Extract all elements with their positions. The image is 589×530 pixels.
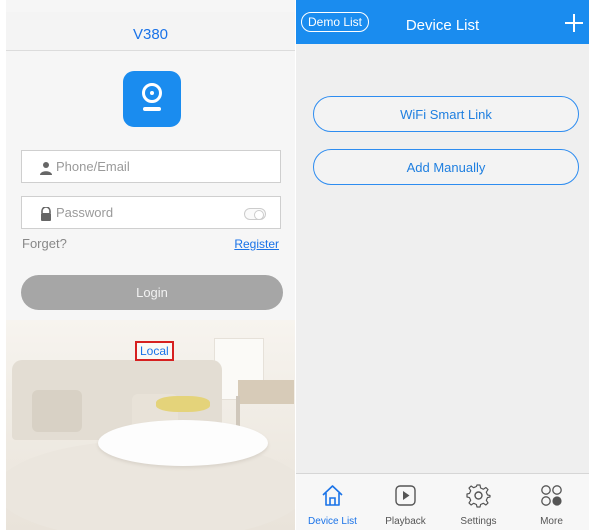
login-button[interactable]: Login bbox=[21, 275, 283, 310]
camera-icon bbox=[142, 83, 162, 103]
password-placeholder: Password bbox=[56, 205, 114, 220]
gear-icon bbox=[466, 484, 491, 508]
play-icon bbox=[395, 485, 416, 506]
tab-device-list-label: Device List bbox=[308, 516, 357, 527]
tab-settings-label: Settings bbox=[460, 516, 497, 527]
tab-device-list[interactable]: Device List bbox=[296, 474, 369, 530]
forget-password-link[interactable]: Forget? bbox=[22, 236, 67, 251]
user-icon bbox=[39, 161, 53, 175]
login-screen: V380 Phone/Email Password Forget? Regist… bbox=[6, 0, 295, 530]
password-field[interactable]: Password bbox=[21, 196, 281, 229]
tab-more[interactable]: More bbox=[515, 474, 588, 530]
phone-email-field[interactable]: Phone/Email bbox=[21, 150, 281, 183]
add-device-icon[interactable] bbox=[565, 14, 583, 32]
local-login-link[interactable]: Local bbox=[135, 341, 174, 361]
phone-email-placeholder: Phone/Email bbox=[56, 159, 130, 174]
lock-icon bbox=[39, 206, 53, 221]
wifi-smart-link-button[interactable]: WiFi Smart Link bbox=[313, 96, 579, 132]
tab-more-label: More bbox=[540, 516, 563, 527]
page-title: Device List bbox=[405, 17, 480, 34]
tab-playback[interactable]: Playback bbox=[369, 474, 442, 530]
grid-icon bbox=[541, 485, 562, 506]
show-password-toggle[interactable] bbox=[244, 208, 266, 220]
register-link[interactable]: Register bbox=[234, 237, 279, 251]
app-logo bbox=[123, 71, 181, 127]
add-manually-button[interactable]: Add Manually bbox=[313, 149, 579, 185]
navigation-bar: Demo List Device List bbox=[296, 0, 589, 44]
tab-settings[interactable]: Settings bbox=[442, 474, 515, 530]
device-list-screen: Demo List Device List WiFi Smart Link Ad… bbox=[296, 0, 589, 530]
app-title: V380 bbox=[6, 12, 295, 51]
tab-bar: Device List Playback Settings More bbox=[296, 473, 589, 530]
home-icon bbox=[322, 485, 343, 506]
tab-playback-label: Playback bbox=[385, 516, 426, 527]
